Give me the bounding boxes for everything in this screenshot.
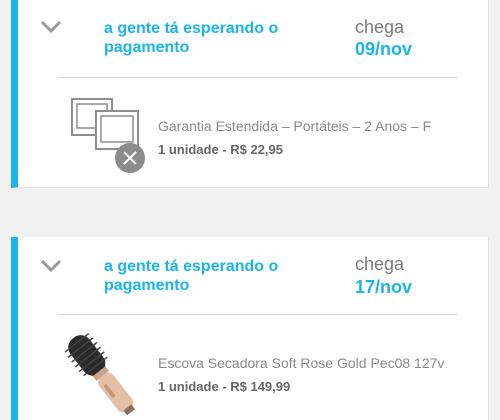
order-status: a gente tá esperando o pagamento bbox=[104, 20, 279, 56]
divider bbox=[58, 77, 457, 78]
item-quantity-price: 1 unidade - R$ 22,95 bbox=[158, 142, 283, 157]
chevron-down-icon[interactable] bbox=[40, 20, 62, 34]
arrival-label: chega bbox=[355, 17, 405, 37]
item-name[interactable]: Escova Secadora Soft Rose Gold Pec08 127… bbox=[158, 355, 444, 371]
item-quantity-price: 1 unidade - R$ 149,99 bbox=[158, 379, 291, 394]
arrival-label: chega bbox=[355, 254, 405, 274]
item-name[interactable]: Garantia Estendida – Portáteis – 2 Anos … bbox=[158, 118, 431, 134]
arrival-date: 17/nov bbox=[355, 277, 413, 297]
order-card[interactable]: a gente tá esperando o pagamento chega 1… bbox=[11, 237, 489, 420]
order-card[interactable]: a gente tá esperando o pagamento chega 0… bbox=[11, 0, 489, 188]
hair-dryer-brush-icon bbox=[64, 332, 136, 416]
close-icon[interactable] bbox=[114, 142, 146, 174]
divider bbox=[58, 314, 457, 315]
order-status: a gente tá esperando o pagamento bbox=[104, 258, 279, 294]
chevron-down-icon[interactable] bbox=[40, 259, 62, 273]
arrival-date: 09/nov bbox=[355, 39, 413, 59]
